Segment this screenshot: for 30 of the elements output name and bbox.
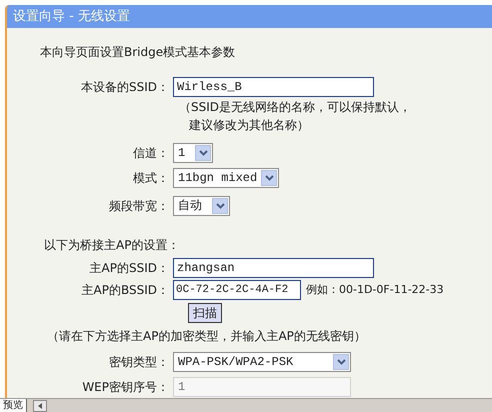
ap-bssid-input[interactable]: 0C-72-2C-2C-4A-F2 bbox=[173, 280, 301, 300]
example-text: 例如：00-1D-0F-11-22-33 bbox=[306, 282, 444, 298]
note-text: （请在下方选择主AP的加密类型，并输入主AP的无线密钥） bbox=[47, 328, 366, 346]
hint-text: （SSID是无线网络的名称，可以保持默认， bbox=[179, 98, 412, 116]
ap-ssid-input[interactable]: zhangsan bbox=[173, 258, 374, 278]
intro-text: 本向导页面设置Bridge模式基本参数 bbox=[40, 44, 236, 61]
field-label: 主AP的BSSID： bbox=[80, 282, 170, 299]
sheet-tab[interactable]: 预览 bbox=[0, 399, 27, 412]
field-label: 本设备的SSID： bbox=[80, 78, 170, 96]
caret-icon bbox=[216, 203, 224, 210]
field-label: 信道： bbox=[132, 144, 170, 162]
field-label: 频段带宽： bbox=[108, 198, 170, 216]
select-field[interactable]: 1 bbox=[173, 142, 213, 163]
caret-icon bbox=[336, 359, 346, 366]
select-field[interactable]: 自动 bbox=[173, 196, 230, 216]
ssid-input[interactable]: Wirless_B bbox=[173, 76, 374, 97]
panel-title: 设置向导 - 无线设置 bbox=[13, 8, 130, 26]
left-arrow-icon bbox=[38, 402, 42, 408]
field-label: 模式： bbox=[132, 170, 170, 188]
field-label: WEP密钥序号： bbox=[81, 379, 170, 396]
caret-icon bbox=[264, 175, 274, 182]
select-field[interactable]: WPA-PSK/WPA2-PSK bbox=[173, 352, 351, 372]
scroll-left-button[interactable] bbox=[33, 400, 47, 412]
caret-icon bbox=[198, 150, 208, 156]
field-label: 主AP的SSID： bbox=[88, 260, 170, 277]
section-title: 以下为桥接主AP的设置： bbox=[44, 237, 180, 254]
scan-button[interactable]: 扫描 bbox=[188, 302, 222, 323]
hint-text: 建议修改为其他名称） bbox=[189, 116, 309, 134]
select-field[interactable]: 11bgn mixed bbox=[173, 168, 280, 188]
field-label: 密钥类型： bbox=[108, 354, 170, 372]
